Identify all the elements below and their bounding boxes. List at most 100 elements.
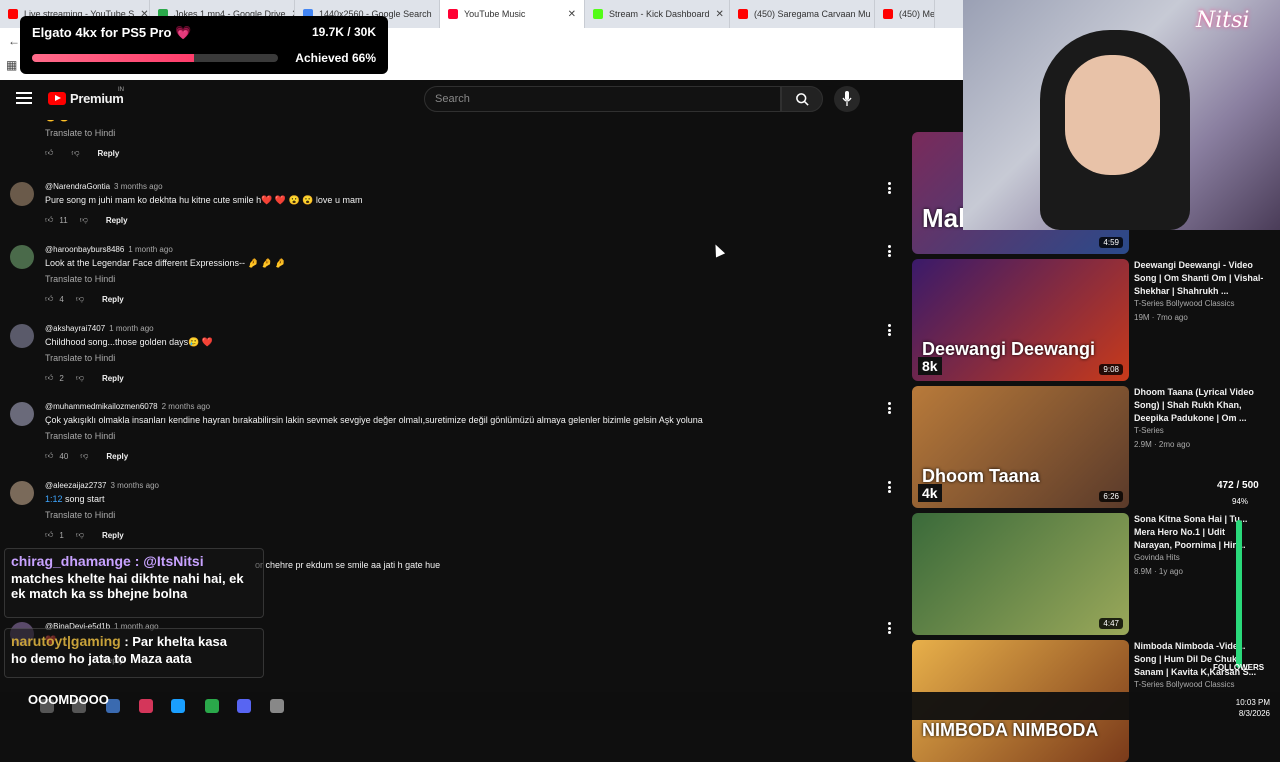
chat-username: chirag_dhamange [11,553,131,569]
reply-button[interactable]: Reply [106,216,128,225]
comment-author[interactable]: @akshayrai7407 1 month ago [45,324,154,333]
related-video-card[interactable]: 4:47 Sona Kitna Sona Hai | Tu... Mera Her… [912,513,1280,635]
avatar[interactable] [10,402,34,426]
browser-tab[interactable]: (450) Mere [875,0,935,28]
close-tab-icon[interactable]: ✕ [568,9,576,20]
avatar[interactable] [10,182,34,206]
avatar[interactable] [10,324,34,348]
dislike-icon[interactable]: 👎︎ [80,451,88,461]
comment-time: 1 month ago [109,324,154,333]
video-title[interactable]: Deewangi Deewangi - Video Song | Om Shan… [1134,259,1264,298]
like-icon[interactable]: 👍︎ [45,451,53,461]
streamer-face [1065,55,1160,175]
author-handle[interactable]: @muhammedmikailozmen6078 [45,402,158,411]
reply-button[interactable]: Reply [102,531,124,540]
more-options-icon[interactable] [888,324,892,336]
app-icon[interactable] [270,699,284,713]
chat-message: narutoyt|gaming : Par khelta kasa ho dem… [4,628,264,678]
channel-name[interactable]: T-Series Bollywood Classics [1134,680,1234,689]
comment: @akshayrai7407 1 month ago Childhood song.… [10,324,900,394]
like-icon[interactable]: 👍︎ [45,530,53,540]
comment-actions: 👍︎ 👎︎ Reply [45,148,119,158]
goal-widget: Elgato 4kx for PS5 Pro 💗 19.7K / 30K Ach… [20,16,388,74]
like-icon[interactable]: 👍︎ [45,148,53,158]
comment-text: 1:12 song start [45,494,105,504]
reply-button[interactable]: Reply [102,295,124,304]
comment-time: 2 months ago [161,402,211,411]
more-options-icon[interactable] [888,481,892,493]
video-title[interactable]: Nimboda Nimboda -Vide... Song | Hum Dil … [1134,640,1264,679]
video-title[interactable]: Sona Kitna Sona Hai | Tu... Mera Hero No… [1134,513,1264,552]
voice-search-button[interactable] [834,86,860,112]
close-tab-icon[interactable]: ✕ [716,9,724,20]
comment: @NarendraGontia 3 months ago Pure song m j… [10,182,900,252]
like-icon[interactable]: 👍︎ [45,215,53,225]
comment-text: 😂 😂 [45,120,70,123]
translate-link[interactable]: Translate to Hindi [45,128,115,138]
goal-count: 19.7K / 30K [311,25,376,39]
channel-name[interactable]: T-Series [1134,426,1164,435]
comment-author[interactable]: @NarendraGontia 3 months ago [45,182,163,191]
translate-link[interactable]: Translate to Hindi [45,431,115,441]
followers-label: FOLLOWERS [1213,663,1265,672]
reply-button[interactable]: Reply [106,452,128,461]
translate-link[interactable]: Translate to Hindi [45,274,115,284]
discord-icon[interactable] [237,699,251,713]
chat-mention: : @ItsNitsi [130,553,204,569]
comment-time: 1 month ago [128,245,173,254]
dislike-icon[interactable]: 👎︎ [71,148,79,158]
video-thumbnail[interactable]: Deewangi Deewangi 8k 9:08 [912,259,1129,381]
video-thumbnail[interactable]: Dhoom Taana 4k 6:26 [912,386,1129,508]
comment: @haroonbayburs8486 1 month ago Look at the… [10,245,900,315]
reply-button[interactable]: Reply [98,149,120,158]
comment-text: or chehre pr ekdum se smile aa jati h ga… [255,560,441,570]
reply-button[interactable]: Reply [102,374,124,383]
dislike-icon[interactable]: 👎︎ [76,530,84,540]
author-handle[interactable]: @haroonbayburs8486 [45,245,124,254]
channel-name[interactable]: Govinda Hits [1134,553,1180,562]
comment: @muhammedmikailozmen6078 2 months ago Çok … [10,402,900,472]
chrome-icon[interactable] [205,699,219,713]
obs-icon[interactable] [139,699,153,713]
like-count: 40 [59,451,69,461]
youtube-premium-logo[interactable]: Premium IN [48,87,124,106]
steam-icon[interactable] [171,699,185,713]
tab-label: (450) Saregama Carvaan Mu [754,9,871,19]
related-video-card[interactable]: Deewangi Deewangi 8k 9:08 Deewangi Deewangi… [912,259,1280,381]
avatar[interactable] [10,481,34,505]
avatar[interactable] [10,245,34,269]
like-icon[interactable]: 👍︎ [45,373,53,383]
hamburger-menu-icon[interactable] [16,92,32,104]
author-handle[interactable]: @akshayrai7407 [45,324,105,333]
author-handle[interactable]: @NarendraGontia [45,182,110,191]
more-options-icon[interactable] [888,182,892,194]
translate-link[interactable]: Translate to Hindi [45,353,115,363]
goal-progress-bar [32,54,278,62]
more-options-icon[interactable] [888,622,892,634]
dislike-icon[interactable]: 👎︎ [76,373,84,383]
apps-grid-icon[interactable]: ▦ [6,58,17,72]
comment-author[interactable]: @muhammedmikailozmen6078 2 months ago [45,402,210,411]
dislike-icon[interactable]: 👎︎ [80,215,88,225]
video-title[interactable]: Dhoom Taana (Lyrical Video Song) | Shah … [1134,386,1264,425]
dislike-icon[interactable]: 👎︎ [76,294,84,304]
youtube-header: Premium IN Search [0,80,963,120]
back-arrow-icon[interactable]: ← [8,34,20,48]
video-duration: 9:08 [1099,364,1123,375]
video-timestamp-link[interactable]: 1:12 [45,494,63,504]
video-duration: 6:26 [1099,491,1123,502]
author-handle[interactable]: @aleezaijaz2737 [45,481,107,490]
search-input[interactable]: Search [424,86,781,112]
browser-tab[interactable]: YouTube Music ✕ [440,0,585,28]
search-button[interactable] [781,86,823,112]
browser-tab[interactable]: Stream - Kick Dashboard ✕ [585,0,730,28]
comment-author[interactable]: @haroonbayburs8486 1 month ago [45,245,173,254]
more-options-icon[interactable] [888,402,892,414]
like-icon[interactable]: 👍︎ [45,294,53,304]
comment-author[interactable]: @aleezaijaz2737 3 months ago [45,481,159,490]
channel-name[interactable]: T-Series Bollywood Classics [1134,299,1234,308]
browser-tab[interactable]: (450) Saregama Carvaan Mu✕ [730,0,875,28]
translate-link[interactable]: Translate to Hindi [45,510,115,520]
video-thumbnail[interactable]: 4:47 [912,513,1129,635]
more-options-icon[interactable] [888,245,892,257]
